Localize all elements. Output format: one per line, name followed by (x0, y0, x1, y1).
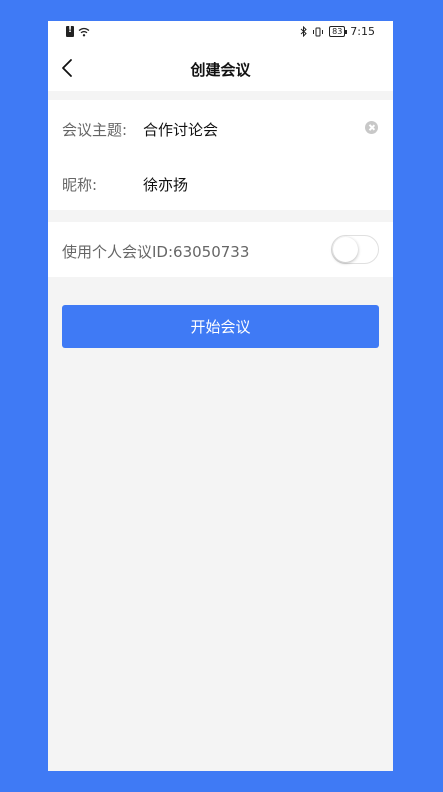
toggle-knob (333, 237, 358, 262)
nickname-label: 昵称: (62, 176, 98, 194)
topic-label: 会议主题: (62, 121, 128, 139)
phone-screen: 83 7:15 创建会议 会议主题: 合作讨论会 昵称: 徐亦扬 使用个人会议I… (48, 21, 393, 771)
nickname-input[interactable]: 徐亦扬 (143, 174, 188, 195)
personal-meeting-toggle[interactable] (331, 235, 379, 264)
topic-row[interactable]: 会议主题: 合作讨论会 (48, 100, 393, 155)
personal-meeting-label: 使用个人会议ID:63050733 (62, 243, 250, 261)
sim-alert-icon (66, 25, 74, 37)
status-right: 83 7:15 (300, 25, 375, 38)
topic-input[interactable]: 合作讨论会 (143, 119, 218, 140)
nickname-row[interactable]: 昵称: 徐亦扬 (48, 155, 393, 210)
status-time: 7:15 (350, 25, 375, 38)
battery-icon: 83 (329, 26, 348, 37)
nav-bar: 创建会议 (48, 45, 393, 91)
wifi-icon (78, 27, 90, 37)
personal-meeting-row: 使用个人会议ID:63050733 (48, 222, 393, 277)
status-left (66, 25, 90, 37)
vibrate-icon (312, 27, 324, 37)
start-meeting-button[interactable]: 开始会议 (62, 305, 379, 348)
status-bar: 83 7:15 (48, 21, 393, 45)
bluetooth-icon (300, 26, 307, 37)
page-title: 创建会议 (190, 61, 251, 79)
clear-circle-icon[interactable] (365, 121, 378, 134)
meeting-form: 会议主题: 合作讨论会 昵称: 徐亦扬 (48, 100, 393, 210)
